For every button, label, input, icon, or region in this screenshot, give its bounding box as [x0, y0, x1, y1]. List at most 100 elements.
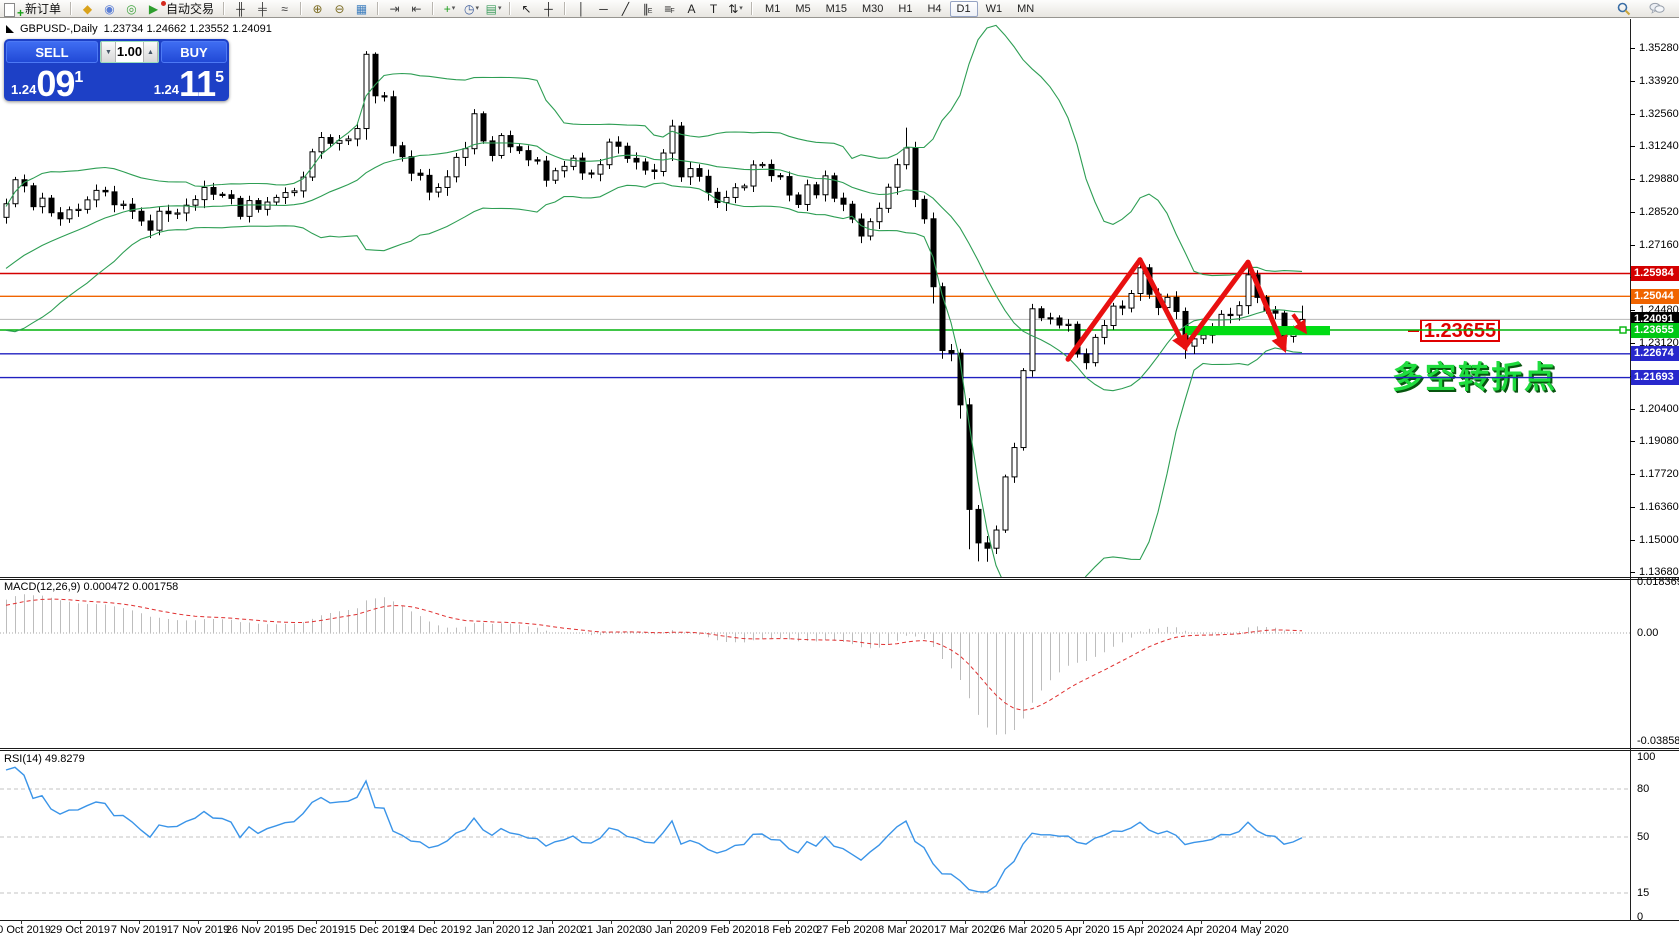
candle-body	[1047, 317, 1054, 320]
candle-body	[462, 148, 469, 158]
support-highlight-bar[interactable]	[1185, 326, 1330, 336]
arrows-icon: ⇅	[728, 1, 739, 16]
candlestick-chart-icon[interactable]: ╪	[252, 1, 273, 17]
candle-body	[354, 128, 361, 140]
plus-icon: +	[16, 5, 24, 20]
candle-body	[1092, 336, 1099, 364]
candle-body	[219, 193, 226, 196]
fibonacci-icon[interactable]: ≡ F	[659, 1, 680, 17]
candle-body	[768, 163, 775, 177]
zoom-out-icon: ⊖	[334, 1, 345, 16]
candle-body	[1272, 310, 1279, 314]
arrows-icon[interactable]: ⇅ ▾	[725, 1, 746, 17]
candle-body	[1137, 267, 1144, 295]
candle-body	[912, 147, 919, 200]
metaeditor-icon[interactable]: ◆	[77, 1, 98, 17]
candle-body	[66, 209, 73, 220]
candle-body	[75, 208, 82, 212]
timeframe-m15[interactable]: M15	[819, 1, 854, 17]
hline-anchor-handle[interactable]	[1619, 326, 1627, 334]
candle-body	[435, 186, 442, 193]
timeframe-w1[interactable]: W1	[979, 1, 1010, 17]
candle-body	[705, 175, 712, 193]
channel-icon[interactable]: ∥ E	[637, 1, 658, 17]
new-order-label[interactable]: 新订单	[25, 0, 61, 17]
candle-body	[804, 184, 811, 205]
candle-body	[1038, 308, 1045, 319]
auto-scroll-icon: ⇥	[389, 1, 400, 16]
macd-histogram	[6, 594, 1303, 735]
candle-body	[201, 186, 208, 201]
toolbar-separator	[751, 2, 754, 15]
chart-shift-icon: ⇤	[411, 1, 422, 16]
candle-body	[948, 350, 955, 354]
candle-body	[30, 185, 37, 208]
candle-body	[210, 186, 217, 195]
line-chart-icon[interactable]: ≈	[274, 1, 295, 17]
label-icon[interactable]: T	[703, 1, 724, 17]
timeframe-m30[interactable]: M30	[855, 1, 890, 17]
timeframe-h1[interactable]: H1	[891, 1, 919, 17]
candle-body	[687, 168, 694, 178]
rsi-canvas[interactable]	[0, 751, 1630, 920]
candle-body	[363, 53, 370, 130]
text-icon[interactable]: A	[681, 1, 702, 17]
date-axis[interactable]	[0, 921, 1630, 940]
zigzag-arrow-leg[interactable]	[1245, 259, 1288, 354]
timeframe-h4[interactable]: H4	[920, 1, 948, 17]
text-icon: A	[687, 1, 696, 16]
candle-body	[345, 138, 352, 142]
crosshair-icon[interactable]: ┼	[538, 1, 559, 17]
chart-shift-icon[interactable]: ⇤	[406, 1, 427, 17]
timeframe-m5[interactable]: M5	[788, 1, 817, 17]
macd-scale-label: 0.00	[1637, 627, 1659, 639]
trendline-icon[interactable]: ╱	[615, 1, 636, 17]
autotrading-icon[interactable]: ▶	[143, 0, 167, 17]
macd-canvas[interactable]	[0, 579, 1630, 748]
indicators-icon[interactable]: + ▾	[439, 1, 460, 17]
candle-body	[777, 175, 784, 178]
timeframe-mn[interactable]: MN	[1010, 1, 1041, 17]
candle-body	[1056, 317, 1063, 326]
candle-body	[1245, 274, 1252, 307]
vertical-line-icon[interactable]: │	[571, 1, 592, 17]
line-chart-icon: ≈	[281, 1, 288, 16]
timeframe-m1[interactable]: M1	[758, 1, 787, 17]
candle-body	[84, 199, 91, 210]
candle-body	[894, 164, 901, 188]
candle-body	[498, 135, 505, 156]
candle-body	[741, 185, 748, 189]
zoom-out-icon[interactable]: ⊖	[329, 1, 350, 17]
candle-body	[246, 200, 253, 217]
document-icon	[4, 2, 15, 17]
timeframe-d1[interactable]: D1	[949, 0, 978, 17]
candle-body	[903, 147, 910, 166]
market-watch-icon[interactable]: ◉	[99, 1, 120, 17]
bar-chart-icon[interactable]: ╫	[230, 1, 251, 17]
new-order-button[interactable]: +	[2, 1, 24, 20]
periods-icon[interactable]: ◷ ▾	[461, 1, 482, 17]
candle-body	[552, 170, 559, 181]
candle-body	[372, 53, 379, 97]
bollinger-lower-band	[5, 182, 1303, 577]
tile-windows-icon[interactable]: ▦	[351, 1, 372, 17]
auto-scroll-icon[interactable]: ⇥	[384, 1, 405, 17]
candle-body	[120, 203, 127, 206]
candle-body	[1200, 334, 1207, 340]
signals-icon[interactable]: ◎	[121, 1, 142, 17]
toolbar-separator	[509, 2, 512, 15]
indicators-icon: +	[443, 1, 451, 16]
main-chart-canvas[interactable]	[0, 19, 1630, 577]
templates-icon[interactable]: ▤ ▾	[483, 1, 504, 17]
autotrading-label[interactable]: 自动交易	[166, 0, 214, 17]
signals-icon: ◎	[126, 1, 137, 16]
candle-body	[444, 176, 451, 188]
search-icon[interactable]	[1613, 1, 1634, 17]
toolbar-separator	[70, 2, 73, 15]
horizontal-line-icon[interactable]: ─	[593, 1, 614, 17]
zoom-in-icon[interactable]: ⊕	[307, 1, 328, 17]
candle-body	[624, 145, 631, 159]
cursor-icon[interactable]: ↖	[516, 1, 537, 17]
chat-icon[interactable]	[1646, 1, 1667, 17]
candle-body	[426, 174, 433, 193]
